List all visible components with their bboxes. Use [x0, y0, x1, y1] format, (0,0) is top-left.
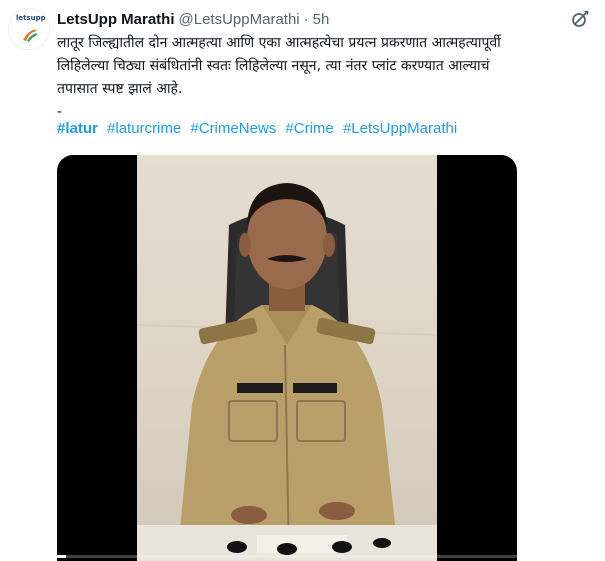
tweet-header: LetsUpp Marathi @LetsUppMarathi · 5h	[57, 8, 329, 30]
avatar[interactable]: letsupp	[8, 8, 50, 50]
tweet-text-line: तपासात स्पष्ट झालं आहे.	[57, 81, 183, 97]
video-frame[interactable]	[137, 155, 437, 561]
hashtag-link[interactable]: #LetsUppMarathi	[343, 120, 457, 137]
hashtag-link[interactable]: #latur	[57, 120, 98, 137]
display-name[interactable]: LetsUpp Marathi	[57, 11, 175, 28]
video-still-image	[137, 183, 437, 561]
hashtag-list: #latur #laturcrime #CrimeNews #Crime #Le…	[57, 120, 462, 137]
tweet-text-line: लिहिलेल्या चिठ्या संबंधितांनी स्वतः लिहि…	[57, 58, 490, 74]
grok-icon[interactable]	[569, 8, 591, 30]
hashtag-link[interactable]: #CrimeNews	[190, 120, 276, 137]
hashtag-link[interactable]: #Crime	[285, 120, 333, 137]
hashtag-link[interactable]: #laturcrime	[107, 120, 181, 137]
tweet-text: लातूर जिल्ह्यातील दोन आत्महत्या आणि एका …	[57, 32, 597, 124]
tweet[interactable]: letsupp LetsUpp Marathi @LetsUppMarathi …	[0, 0, 605, 561]
video-progress-bar[interactable]	[57, 555, 517, 558]
timestamp[interactable]: 5h	[313, 11, 330, 28]
avatar-brand-text: letsupp	[16, 14, 46, 22]
video-progress-fill	[57, 555, 67, 558]
video-player[interactable]	[57, 155, 517, 561]
letsupp-logo-icon	[23, 29, 37, 42]
separator-dot: ·	[303, 10, 309, 28]
tweet-text-line: लातूर जिल्ह्यातील दोन आत्महत्या आणि एका …	[57, 35, 501, 51]
user-handle[interactable]: @LetsUppMarathi	[179, 11, 300, 28]
